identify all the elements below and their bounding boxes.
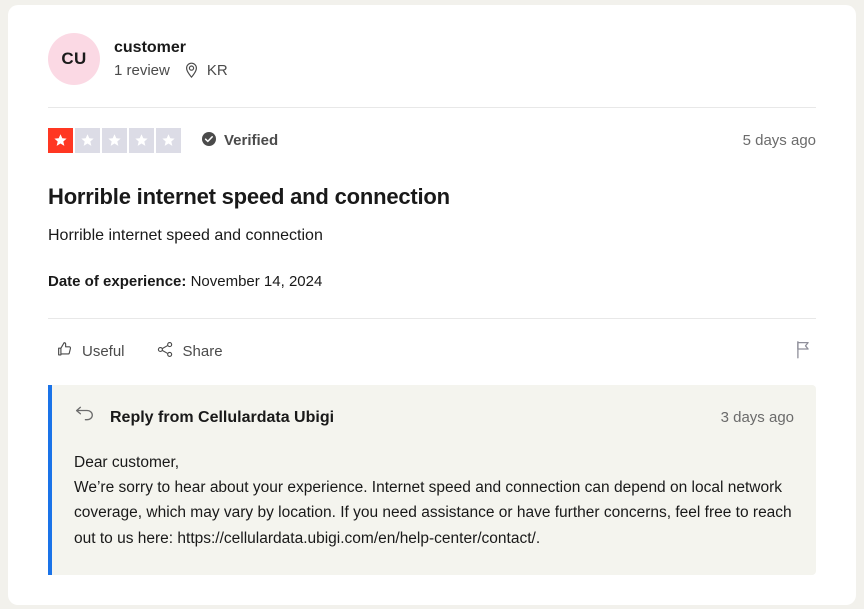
- date-of-experience-value: November 14, 2024: [190, 273, 323, 291]
- reply-time-ago: 3 days ago: [720, 409, 794, 427]
- check-circle-icon: [201, 131, 217, 151]
- share-nodes-icon: [157, 341, 174, 362]
- review-count: 1 review: [114, 62, 170, 80]
- useful-label: Useful: [82, 342, 125, 360]
- avatar[interactable]: CU: [48, 33, 100, 85]
- consumer-info: customer 1 review KR: [114, 39, 228, 80]
- review-header: CU customer 1 review KR: [48, 5, 816, 107]
- thumbs-up-icon: [56, 341, 73, 362]
- reply-arrow-icon: [74, 405, 96, 430]
- date-of-experience: Date of experience: November 14, 2024: [48, 273, 816, 290]
- star-3-empty: [102, 128, 127, 153]
- share-label: Share: [182, 342, 223, 360]
- status-badge: Verified: [201, 131, 278, 151]
- review-body: Horrible internet speed and connection: [48, 227, 323, 244]
- review-time-ago: 5 days ago: [742, 132, 816, 149]
- report-button[interactable]: [790, 336, 816, 366]
- star-rating: [48, 128, 181, 153]
- star-1-filled: [48, 128, 73, 153]
- review-title[interactable]: Horrible internet speed and connection: [48, 184, 816, 210]
- reply-header: Reply from Cellulardata Ubigi 3 days ago: [74, 405, 794, 430]
- verified-label: Verified: [224, 132, 279, 149]
- reply-body: Dear customer, We’re sorry to hear about…: [74, 454, 792, 547]
- date-of-experience-label: Date of experience:: [48, 273, 187, 291]
- consumer-subinfo: 1 review KR: [114, 62, 228, 79]
- review-card: CU customer 1 review KR Verified 5 days …: [8, 5, 856, 605]
- star-4-empty: [129, 128, 154, 153]
- star-2-empty: [75, 128, 100, 153]
- consumer-name[interactable]: customer: [114, 39, 228, 57]
- useful-button[interactable]: Useful: [48, 337, 133, 366]
- company-reply: Reply from Cellulardata Ubigi 3 days ago…: [48, 385, 816, 575]
- reply-title: Reply from Cellulardata Ubigi: [110, 408, 335, 426]
- map-pin-icon: [184, 62, 199, 79]
- rating-row: Verified 5 days ago: [48, 108, 816, 157]
- flag-icon: [794, 340, 812, 362]
- action-bar: Useful Share: [48, 319, 816, 381]
- consumer-location: KR: [206, 62, 228, 80]
- star-5-empty: [156, 128, 181, 153]
- share-button[interactable]: Share: [149, 337, 231, 366]
